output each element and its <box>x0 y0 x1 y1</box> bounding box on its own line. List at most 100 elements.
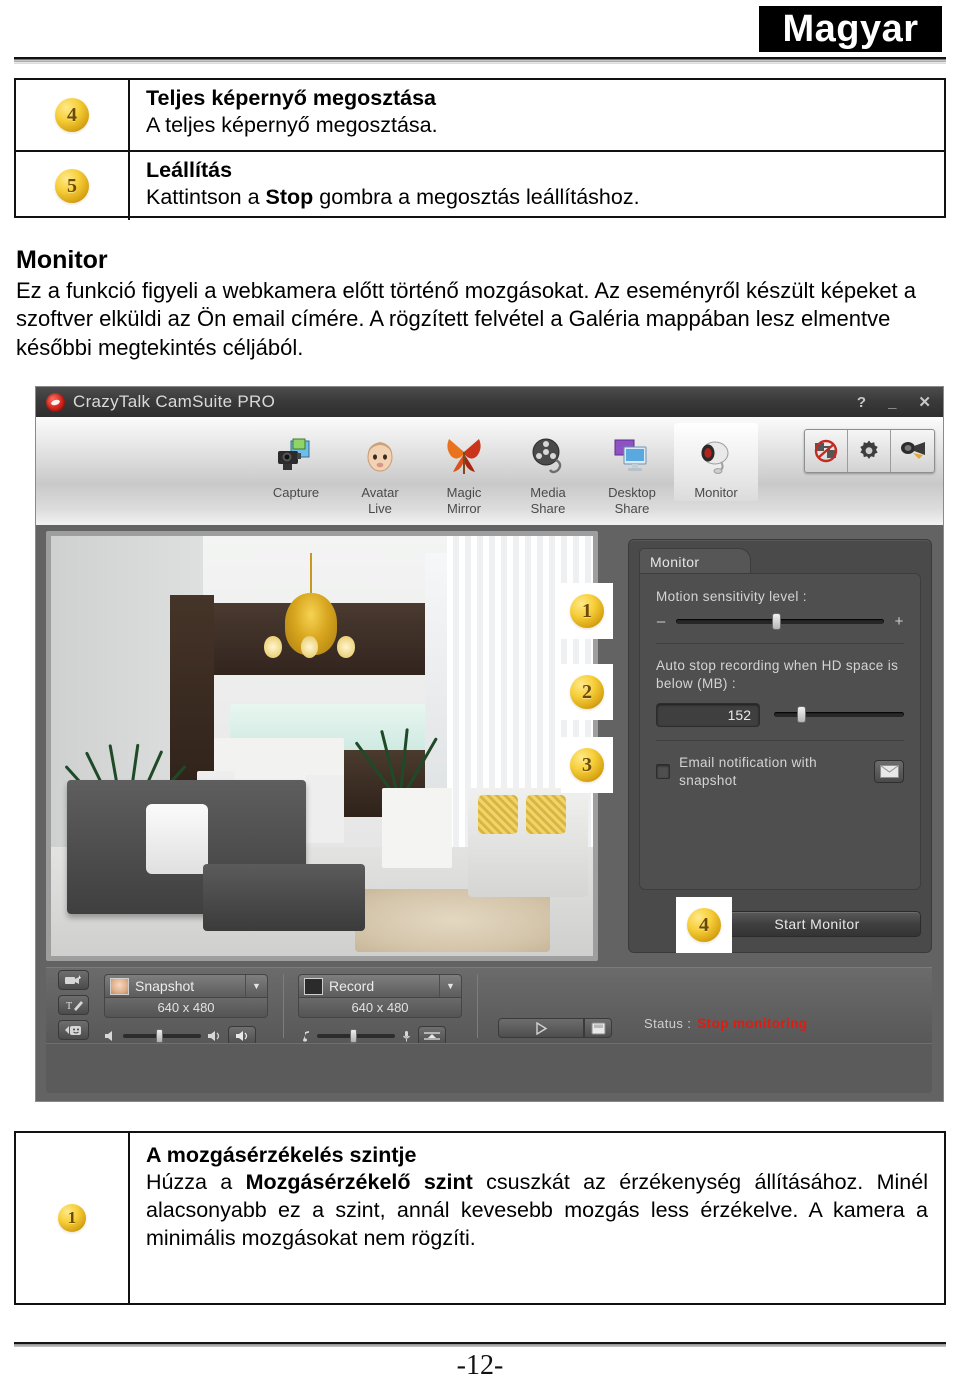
step-title: Teljes képernyő megosztása <box>146 86 436 110</box>
email-notification-label: Email notification with snapshot <box>679 754 817 788</box>
camera-settings-icon[interactable] <box>891 430 934 472</box>
callout-badge-4: 4 <box>676 897 732 953</box>
hd-space-input[interactable]: 152 <box>656 702 760 727</box>
film-reel-icon <box>506 427 590 485</box>
record-resolution: 640 x 480 <box>298 998 462 1018</box>
close-button[interactable]: ✕ <box>918 395 931 410</box>
gallery-button[interactable] <box>584 1018 612 1038</box>
footer-divider <box>14 1342 946 1347</box>
step-badge-5: 5 <box>55 169 89 203</box>
monitor-settings-panel: Monitor Motion sensitivity level : – + A… <box>628 539 932 953</box>
nav-item-avatar-live[interactable]: Avatar Live <box>338 423 422 517</box>
gear-icon[interactable] <box>848 430 891 472</box>
note-number-cell: 1 <box>16 1133 130 1303</box>
motion-sensitivity-slider[interactable]: – + <box>656 613 904 631</box>
window-controls: ? _ ✕ <box>857 387 931 417</box>
play-icon <box>536 1021 548 1035</box>
play-button[interactable] <box>498 1018 584 1038</box>
slider-knob[interactable] <box>771 613 781 631</box>
callout-badge-2: 2 <box>561 664 613 720</box>
nav-item-desktop-share[interactable]: Desktop Share <box>590 423 674 517</box>
nav-item-monitor[interactable]: Monitor <box>674 423 758 501</box>
nav-items: Capture Avatar Live Magic Mirror Media S… <box>254 423 758 517</box>
record-label: Record <box>329 978 375 994</box>
nav-label: Desktop Share <box>590 485 674 517</box>
chevron-down-icon[interactable]: ▼ <box>439 975 461 997</box>
badge-number: 1 <box>570 594 604 628</box>
panel-tab-monitor[interactable]: Monitor <box>639 548 751 574</box>
playback-group <box>498 1018 612 1038</box>
monitor-share-icon <box>590 427 674 485</box>
microphone-icon <box>403 1031 410 1042</box>
app-title: CrazyTalk CamSuite PRO <box>73 392 276 411</box>
step-text-cell: Leállítás Kattintson a Stop gombra a meg… <box>130 152 944 220</box>
toolbar-side-icons: T <box>58 970 89 1040</box>
nav-label-line2: Mirror <box>447 500 481 516</box>
email-notification-checkbox[interactable] <box>656 764 671 780</box>
chevron-down-icon[interactable]: ▼ <box>245 975 267 997</box>
mask-icon <box>422 427 506 485</box>
badge-number: 2 <box>570 675 604 709</box>
nav-right-icon-group <box>804 429 935 473</box>
emoticon-icon[interactable] <box>58 1020 89 1040</box>
hd-slider-track[interactable] <box>774 706 904 724</box>
gallery-folder-icon <box>591 1022 605 1034</box>
app-titlebar: CrazyTalk CamSuite PRO ? _ ✕ <box>36 387 943 417</box>
record-button[interactable]: Record ▼ <box>298 974 462 998</box>
snapshot-resolution: 640 x 480 <box>104 998 268 1018</box>
callout-badge-3: 3 <box>561 737 613 793</box>
webcam-icon <box>674 427 758 485</box>
step-body-pre: Kattintson a <box>146 185 266 210</box>
note-body: Húzza a Mozgásérzékelő szint csuszkát az… <box>146 1169 928 1252</box>
step-number-cell: 4 <box>16 80 130 150</box>
help-button[interactable]: ? <box>857 395 866 410</box>
envelope-icon[interactable] <box>874 760 904 784</box>
snapshot-button[interactable]: Snapshot ▼ <box>104 974 268 998</box>
step-badge-4: 4 <box>55 98 89 132</box>
text-tool-icon[interactable]: T <box>58 995 89 1015</box>
svg-text:T: T <box>66 1001 72 1012</box>
nav-item-media-share[interactable]: Media Share <box>506 423 590 517</box>
nav-label-line1: Media <box>530 485 566 500</box>
camera-icon <box>254 427 338 485</box>
note-badge-1: 1 <box>58 1204 86 1232</box>
speaker-low-icon <box>105 1031 112 1041</box>
bottom-note-table: 1 A mozgásérzékelés szintje Húzza a Mozg… <box>14 1131 946 1305</box>
hd-slider-knob[interactable] <box>797 706 807 724</box>
app-body: Monitor Motion sensitivity level : – + A… <box>36 525 943 1101</box>
status-area: Status : Stop monitoring <box>622 1008 922 1038</box>
top-steps-table: 4 Teljes képernyő megosztása A teljes ké… <box>14 78 946 220</box>
email-notification-row: Email notification with snapshot <box>656 754 904 790</box>
app-screenshot: CrazyTalk CamSuite PRO ? _ ✕ Capture Ava… <box>35 386 944 1102</box>
nav-label: Capture <box>272 485 320 500</box>
no-video-icon[interactable] <box>805 430 848 472</box>
nav-label-line2: Live <box>368 500 392 516</box>
status-label: Status : <box>644 1015 692 1031</box>
app-logo-icon <box>46 392 65 412</box>
nav-label-line2: Share <box>614 500 650 516</box>
plus-icon: + <box>894 613 904 631</box>
microphone-volume-slider[interactable] <box>317 1029 395 1043</box>
nav-label-line2: Share <box>530 500 566 516</box>
nav-item-magic-mirror[interactable]: Magic Mirror <box>422 423 506 517</box>
table-row: 4 Teljes képernyő megosztása A teljes ké… <box>16 80 944 150</box>
nav-item-capture[interactable]: Capture <box>254 423 338 501</box>
table-row: 5 Leállítás Kattintson a Stop gombra a m… <box>16 150 944 220</box>
start-monitor-button[interactable]: Start Monitor <box>713 911 921 937</box>
record-thumbnail <box>304 977 323 995</box>
speaker-icon <box>208 1031 220 1041</box>
avatar-face-icon <box>338 427 422 485</box>
speaker-volume-slider[interactable] <box>123 1029 201 1043</box>
app-toolbar: T Snapshot ▼ 640 x 480 Record ▼ 640 x 48… <box>46 967 932 1046</box>
video-effect-icon[interactable] <box>58 970 89 990</box>
snapshot-group: Snapshot ▼ 640 x 480 <box>104 974 284 1046</box>
hd-space-label: Auto stop recording when HD space is bel… <box>656 658 899 692</box>
record-group: Record ▼ 640 x 480 <box>298 974 478 1046</box>
slider-track[interactable] <box>676 613 884 631</box>
section-paragraph: Ez a funkció figyeli a webkamera előtt t… <box>16 277 917 360</box>
music-note-icon <box>303 1031 309 1042</box>
motion-sensitivity-label: Motion sensitivity level : <box>656 589 807 604</box>
nav-label: Magic Mirror <box>422 485 506 517</box>
snapshot-label: Snapshot <box>135 978 195 994</box>
minimize-button[interactable]: _ <box>888 395 896 410</box>
